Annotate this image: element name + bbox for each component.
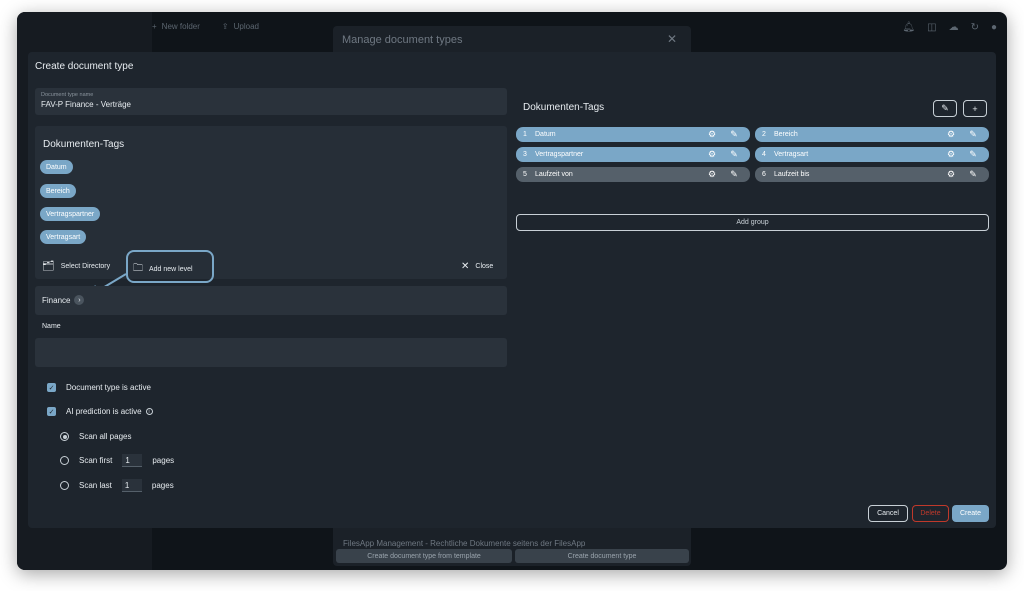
tag-row[interactable]: 4 Vertragsart ⚙ ✎ (755, 147, 989, 162)
name-input[interactable] (35, 338, 507, 367)
upload-icon: ⇪ (221, 22, 229, 31)
cloud-icon[interactable]: ☁ (949, 22, 959, 33)
refresh-icon[interactable]: ↻ (971, 22, 979, 33)
tag-row[interactable]: 2 Bereich ⚙ ✎ (755, 127, 989, 142)
pencil-icon[interactable]: ✎ (967, 169, 979, 180)
scan-last-option[interactable]: Scan last pages (60, 479, 174, 492)
close-button[interactable]: ✕ Close (461, 261, 493, 272)
tag-row[interactable]: 6 Laufzeit bis ⚙ ✎ (755, 167, 989, 182)
tag-chip[interactable]: Vertragsart (40, 230, 87, 244)
pencil-icon[interactable]: ✎ (728, 149, 740, 160)
gear-icon[interactable]: ⚙ (706, 129, 718, 140)
list-item[interactable]: FilesApp Management - Rechtliche Dokumen… (343, 539, 585, 548)
highlight-outline (126, 250, 214, 283)
gear-icon[interactable]: ⚙ (706, 169, 718, 180)
tag-chip[interactable]: Bereich (40, 184, 76, 198)
scan-first-count-input[interactable] (122, 454, 143, 467)
plus-icon: + (152, 22, 157, 31)
document-type-active-option[interactable]: ✓ Document type is active (47, 383, 151, 392)
ai-prediction-option[interactable]: ✓ AI prediction is active i (47, 407, 153, 416)
folders-icon: 🗂︎ (42, 261, 55, 272)
top-right-icons: 🔔︎ ◫ ☁ ↻ ● (902, 22, 997, 33)
app-window: + New folder ⇪ Upload 🔔︎ ◫ ☁ ↻ ● Manage do… (17, 12, 1007, 570)
checkbox-checked-icon[interactable]: ✓ (47, 407, 56, 416)
pencil-icon[interactable]: ✎ (728, 129, 740, 140)
create-document-type-dialog: Create document type Document type name … (28, 52, 996, 528)
columns-icon[interactable]: ◫ (927, 22, 936, 33)
gear-icon[interactable]: ⚙ (945, 149, 957, 160)
gear-icon[interactable]: ⚙ (945, 129, 957, 140)
tag-chip[interactable]: Datum (40, 160, 73, 174)
chevron-right-icon[interactable]: › (74, 295, 85, 305)
right-tags-title: Dokumenten-Tags (523, 102, 605, 113)
checkbox-checked-icon[interactable]: ✓ (47, 383, 56, 392)
background-toolbar: + New folder ⇪ Upload (152, 22, 259, 31)
pencil-icon[interactable]: ✎ (967, 129, 979, 140)
dialog-title: Create document type (35, 61, 134, 72)
gear-icon[interactable]: ⚙ (945, 169, 957, 180)
scan-all-pages-option[interactable]: Scan all pages (60, 432, 131, 441)
tag-row[interactable]: 1 Datum ⚙ ✎ (516, 127, 750, 142)
avatar[interactable]: ● (991, 22, 997, 33)
tag-chip[interactable]: Vertragspartner (40, 207, 101, 221)
breadcrumb[interactable]: Finance › (42, 295, 85, 305)
field-label: Document type name (41, 92, 94, 98)
gear-icon[interactable]: ⚙ (706, 149, 718, 160)
close-icon[interactable]: ✕ (667, 32, 677, 46)
radio-icon[interactable] (60, 481, 69, 490)
upload-action[interactable]: ⇪ Upload (222, 22, 259, 31)
bell-icon[interactable]: 🔔︎ (902, 22, 915, 33)
directory-path-box: Finance › (35, 286, 507, 315)
cancel-button[interactable]: Cancel (868, 505, 908, 522)
plus-icon: + (972, 103, 978, 114)
radio-icon[interactable] (60, 456, 69, 465)
close-icon: ✕ (461, 261, 470, 272)
pencil-icon[interactable]: ✎ (728, 169, 740, 180)
name-label: Name (42, 323, 61, 330)
create-button[interactable]: Create (952, 505, 989, 522)
edit-tags-button[interactable]: ✎ (933, 100, 957, 117)
tags-section-title: Dokumenten-Tags (43, 139, 125, 150)
scan-first-option[interactable]: Scan first pages (60, 454, 174, 467)
pencil-icon: ✎ (941, 103, 949, 113)
modal-title: Manage document types (342, 34, 463, 46)
create-document-type-button[interactable]: Create document type (515, 549, 689, 563)
new-folder-action[interactable]: + New folder (152, 22, 200, 31)
field-value[interactable]: FAV-P Finance - Verträge (41, 100, 131, 109)
radio-selected-icon[interactable] (60, 432, 69, 441)
tag-row[interactable]: 5 Laufzeit von ⚙ ✎ (516, 167, 750, 182)
document-type-name-field[interactable]: Document type name FAV-P Finance - Vertr… (35, 88, 507, 115)
pencil-icon[interactable]: ✎ (967, 149, 979, 160)
add-group-button[interactable]: Add group (516, 214, 989, 231)
tag-row[interactable]: 3 Vertragspartner ⚙ ✎ (516, 147, 750, 162)
create-from-template-button[interactable]: Create document type from template (336, 549, 512, 563)
add-tag-button[interactable]: + (963, 100, 987, 117)
delete-button[interactable]: Delete (912, 505, 949, 522)
scan-last-count-input[interactable] (121, 479, 142, 492)
info-icon[interactable]: i (145, 408, 153, 415)
